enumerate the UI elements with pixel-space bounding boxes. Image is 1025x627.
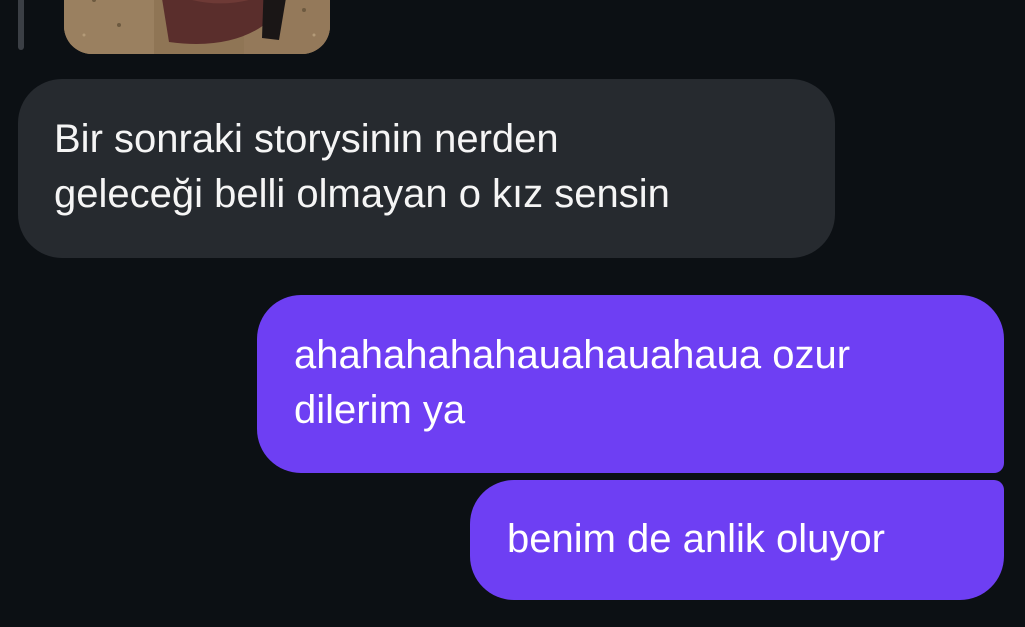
story-thumbnail-image[interactable] [64,0,330,54]
story-reply-indicator [18,0,24,50]
message-bubble-outgoing[interactable]: ahahahahahauahauahaua ozur dilerim ya [257,295,1004,473]
story-photo-icon [64,0,330,54]
message-bubble-outgoing[interactable]: benim de anlik oluyor [470,480,1004,600]
message-text-line: ahahahahahauahauahaua ozur [294,333,851,377]
message-text-line: dilerim ya [294,388,466,432]
message-text-line: benim de anlik oluyor [507,517,885,561]
chat-thread: Bir sonraki storysinin nerden geleceği b… [0,0,1025,627]
message-text-line: Bir sonraki storysinin nerden [54,117,559,161]
message-bubble-incoming[interactable]: Bir sonraki storysinin nerden geleceği b… [18,79,835,258]
message-text-line: geleceği belli olmayan o kız sensin [54,172,670,216]
